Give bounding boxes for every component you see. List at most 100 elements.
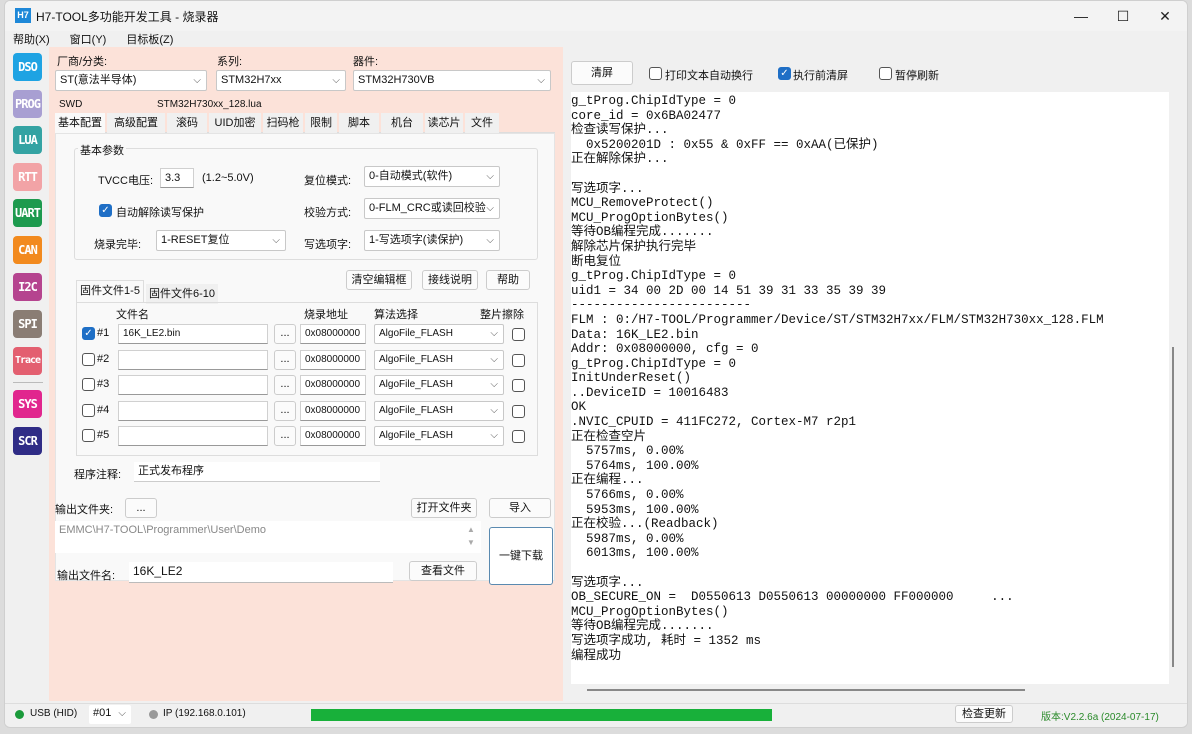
port-select[interactable]: #01 ⌵ (89, 705, 131, 724)
firmware-browse-button[interactable]: ... (274, 375, 296, 395)
tvcc-input[interactable]: 3.3 (160, 168, 194, 188)
firmware-algo-select[interactable]: AlgoFile_FLASH ⌵ (374, 350, 504, 370)
tab-machine[interactable]: 机台 (381, 113, 423, 133)
sidebar-i2c-button[interactable]: I2C (13, 273, 42, 301)
firmware-addr-input[interactable]: 0x08000000 (300, 324, 366, 344)
sidebar-prog-button[interactable]: PROG (13, 90, 42, 118)
firmware-addr-input[interactable]: 0x08000000 (300, 426, 366, 446)
comment-input[interactable]: 正式发布程序 (134, 462, 380, 482)
firmware-addr-input[interactable]: 0x08000000 (300, 375, 366, 395)
pause-checkbox[interactable] (879, 67, 892, 80)
firmware-algo-select[interactable]: AlgoFile_FLASH ⌵ (374, 401, 504, 421)
clear-before-label: 执行前清屏 (793, 70, 848, 82)
sidebar-can-button[interactable]: CAN (13, 236, 42, 264)
firmware-browse-button[interactable]: ... (274, 324, 296, 344)
firmware-file-input[interactable] (118, 375, 268, 395)
firmware-enable-checkbox[interactable] (82, 404, 95, 417)
log-line: g_tProg.ChipIdType = 0 (571, 94, 737, 108)
firmware-addr-input[interactable]: 0x08000000 (300, 350, 366, 370)
clear-screen-button[interactable]: 清屏 (571, 61, 633, 85)
sidebar-scr-button[interactable]: SCR (13, 427, 42, 455)
vendor-select[interactable]: ST(意法半导体) ⌵ (55, 70, 207, 91)
sidebar-lua-button[interactable]: LUA (13, 126, 42, 154)
vendor-label: 厂商/分类: (57, 56, 108, 68)
tab-firmware-1-5[interactable]: 固件文件1-5 (76, 280, 144, 302)
clear-before-checkbox[interactable]: ✓ (778, 67, 791, 80)
firmware-enable-checkbox[interactable] (82, 429, 95, 442)
clear-editbox-button[interactable]: 清空编辑框 (346, 270, 412, 290)
verify-select[interactable]: 0-FLM_CRC或读回校验 ⌵ (364, 198, 500, 219)
open-folder-button[interactable]: 打开文件夹 (411, 498, 477, 518)
chevron-down-icon: ⌵ (486, 235, 494, 246)
ob-select[interactable]: 1-写选项字(读保护) ⌵ (364, 230, 500, 251)
view-file-button[interactable]: 查看文件 (409, 561, 477, 581)
tab-advanced[interactable]: 高级配置 (107, 113, 165, 133)
path-scroll-arrows[interactable]: ▲ ▼ (467, 523, 475, 549)
finish-select[interactable]: 1-RESET复位 ⌵ (156, 230, 286, 251)
sidebar-trace-button[interactable]: Trace (13, 347, 42, 375)
part-select[interactable]: STM32H730VB ⌵ (353, 70, 551, 91)
series-select[interactable]: STM32H7xx ⌵ (216, 70, 346, 91)
firmware-file-input[interactable] (118, 426, 268, 446)
firmware-algo-select[interactable]: AlgoFile_FLASH ⌵ (374, 324, 504, 344)
firmware-row-id: #3 (97, 378, 110, 390)
firmware-algo-select[interactable]: AlgoFile_FLASH ⌵ (374, 426, 504, 446)
tab-scanner[interactable]: 扫码枪 (263, 113, 303, 133)
log-vertical-scrollbar[interactable] (1172, 347, 1174, 667)
firmware-enable-checkbox[interactable] (82, 378, 95, 391)
part-label: 器件: (353, 56, 379, 68)
sidebar-dso-button[interactable]: DSO (13, 53, 42, 81)
firmware-enable-checkbox[interactable] (82, 353, 95, 366)
firmware-browse-button[interactable]: ... (274, 350, 296, 370)
algo-value: AlgoFile_FLASH (379, 430, 453, 441)
tab-script[interactable]: 脚本 (339, 113, 379, 133)
full-erase-checkbox[interactable] (512, 379, 525, 392)
full-erase-checkbox[interactable] (512, 354, 525, 367)
auto-unprotect-label: 自动解除读写保护 (116, 207, 204, 219)
wrap-checkbox[interactable] (649, 67, 662, 80)
menu-help[interactable]: 帮助(X) (13, 34, 50, 46)
log-horizontal-scrollbar[interactable] (587, 689, 1025, 691)
tab-uid-encrypt[interactable]: UID加密 (209, 113, 261, 133)
output-path-field[interactable]: EMMC\H7-TOOL\Programmer\User\Demo (55, 521, 481, 553)
tab-file[interactable]: 文件 (465, 113, 499, 133)
maximize-button[interactable]: ☐ (1103, 5, 1143, 27)
sidebar-sys-button[interactable]: SYS (13, 390, 42, 418)
full-erase-checkbox[interactable] (512, 328, 525, 341)
firmware-browse-button[interactable]: ... (274, 426, 296, 446)
log-line: 写选项字成功, 耗时 = 1352 ms (571, 633, 762, 648)
tvcc-label: TVCC电压: (98, 175, 153, 187)
tab-firmware-6-10[interactable]: 固件文件6-10 (146, 284, 218, 304)
firmware-addr-input[interactable]: 0x08000000 (300, 401, 366, 421)
log-output[interactable]: g_tProg.ChipIdType = 0 core_id = 0x6BA024… (571, 92, 1169, 684)
sidebar-rtt-button[interactable]: RTT (13, 163, 42, 191)
tab-rolling-code[interactable]: 滚码 (167, 113, 207, 133)
firmware-enable-checkbox[interactable]: ✓ (82, 327, 95, 340)
check-update-button[interactable]: 检查更新 (955, 705, 1013, 723)
import-button[interactable]: 导入 (489, 498, 551, 518)
tab-basic[interactable]: 基本配置 (55, 113, 105, 135)
sidebar-spi-button[interactable]: SPI (13, 310, 42, 338)
firmware-algo-select[interactable]: AlgoFile_FLASH ⌵ (374, 375, 504, 395)
auto-unprotect-checkbox[interactable]: ✓ (99, 204, 112, 217)
menu-window[interactable]: 窗口(Y) (70, 34, 107, 46)
sidebar-uart-button[interactable]: UART (13, 199, 42, 227)
log-line: 5764ms, 100.00% (571, 458, 699, 473)
full-erase-checkbox[interactable] (512, 430, 525, 443)
tab-read-chip[interactable]: 读芯片 (425, 113, 463, 133)
tab-limit[interactable]: 限制 (305, 113, 337, 133)
firmware-file-input[interactable] (118, 350, 268, 370)
firmware-file-input[interactable] (118, 401, 268, 421)
output-folder-browse-button[interactable]: ... (125, 498, 157, 518)
firmware-file-input[interactable]: 16K_LE2.bin (118, 324, 268, 344)
minimize-button[interactable]: — (1061, 5, 1101, 27)
wiring-button[interactable]: 接线说明 (422, 270, 478, 290)
full-erase-checkbox[interactable] (512, 405, 525, 418)
output-name-input[interactable]: 16K_LE2 (129, 562, 393, 583)
firmware-browse-button[interactable]: ... (274, 401, 296, 421)
one-click-download-button[interactable]: 一键下载 (489, 527, 553, 585)
menu-target[interactable]: 目标板(Z) (126, 34, 173, 46)
help-button[interactable]: 帮助 (486, 270, 530, 290)
close-button[interactable]: ✕ (1145, 5, 1185, 27)
reset-mode-select[interactable]: 0-自动模式(软件) ⌵ (364, 166, 500, 187)
